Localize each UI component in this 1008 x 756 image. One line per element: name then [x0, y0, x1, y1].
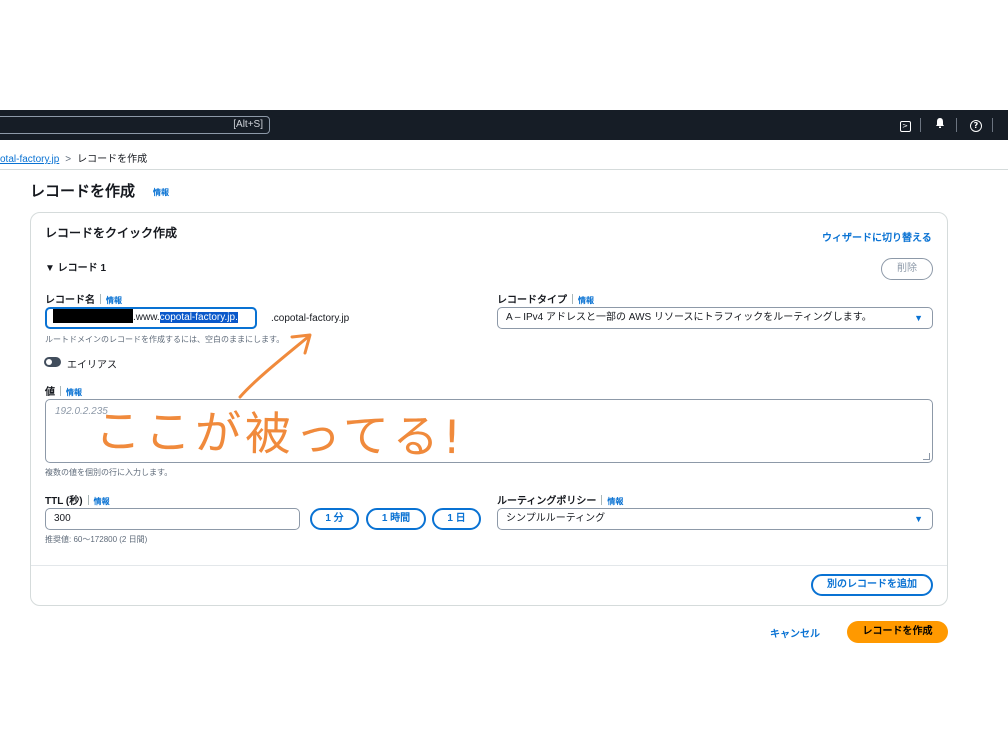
delete-button[interactable]: 削除 [881, 258, 933, 280]
record-type-info-link[interactable]: 情報 [578, 296, 594, 305]
ttl-label: TTL (秒) 情報 [45, 495, 110, 507]
add-another-record-button[interactable]: 別のレコードを追加 [811, 574, 933, 596]
handwritten-annotation: ここが被ってる! [94, 403, 466, 465]
record-name-value-prefix: .www. [133, 312, 160, 323]
help-icon[interactable]: ? [968, 117, 984, 133]
resize-handle-icon[interactable] [923, 453, 930, 460]
value-label: 値情報 [45, 386, 82, 398]
page-title: レコードを作成 [30, 182, 136, 200]
ttl-1-hour-button[interactable]: 1 時間 [366, 508, 426, 530]
breadcrumb: otal-factory.jp > レコードを作成 [0, 150, 148, 165]
panel-title: レコードをクイック作成 [45, 226, 178, 240]
routing-policy-value: シンプルルーティング [506, 513, 606, 524]
record-name-info-link[interactable]: 情報 [106, 296, 122, 305]
ttl-value: 300 [54, 513, 71, 524]
create-records-button[interactable]: レコードを作成 [847, 621, 948, 643]
ttl-1-day-button[interactable]: 1 日 [432, 508, 481, 530]
record-type-label: レコードタイプ 情報 [497, 294, 594, 306]
value-hint: 複数の値を個別の行に入力します。 [45, 468, 173, 477]
routing-policy-label: ルーティングポリシー 情報 [497, 495, 624, 507]
breadcrumb-separator: > [65, 154, 72, 165]
switch-to-wizard-link[interactable]: ウィザードに切り替える [822, 229, 932, 244]
routing-policy-info-link[interactable]: 情報 [607, 497, 623, 506]
breadcrumb-hosted-zone-link[interactable]: otal-factory.jp [0, 154, 59, 165]
redacted-text [53, 309, 133, 323]
value-info-link[interactable]: 情報 [66, 388, 82, 397]
divider [31, 565, 947, 566]
breadcrumb-current: レコードを作成 [77, 154, 148, 165]
ttl-info-link[interactable]: 情報 [94, 497, 110, 506]
record-name-label: レコード名 情報 [45, 294, 122, 306]
search-input[interactable]: [Alt+S] [0, 116, 270, 134]
divider [0, 169, 1008, 170]
ttl-1-minute-button[interactable]: 1 分 [310, 508, 359, 530]
divider [992, 118, 993, 132]
bell-icon[interactable] [932, 117, 948, 133]
record-expander[interactable]: ▼ レコード 1 [45, 259, 106, 274]
page-info-link[interactable]: 情報 [153, 187, 169, 198]
record-type-value: A – IPv4 アドレスと一部の AWS リソースにトラフィックをルーティング… [506, 312, 872, 323]
terminal-icon[interactable]: > [897, 117, 913, 133]
cancel-button[interactable]: キャンセル [770, 625, 820, 640]
toggle-knob [46, 359, 52, 365]
record-name-input[interactable]: .www.copotal-factory.jp. [45, 307, 257, 329]
record-name-selected-text: copotal-factory.jp. [159, 312, 238, 323]
alias-label: エイリアス [67, 360, 117, 371]
routing-policy-select[interactable]: シンプルルーティング ▼ [497, 508, 933, 530]
annotation-arrow-icon [238, 333, 312, 399]
record-type-select[interactable]: A – IPv4 アドレスと一部の AWS リソースにトラフィックをルーティング… [497, 307, 933, 329]
domain-suffix: .copotal-factory.jp [271, 313, 350, 324]
caret-down-icon: ▼ [914, 514, 923, 524]
divider [920, 118, 921, 132]
caret-down-icon: ▼ [914, 313, 923, 323]
search-shortcut-hint: [Alt+S] [233, 119, 263, 130]
top-navigation-bar: [Alt+S] > ? [0, 110, 1008, 140]
divider [956, 118, 957, 132]
ttl-hint: 推奨値: 60～172800 (2 日間) [45, 535, 148, 544]
ttl-input[interactable]: 300 [45, 508, 300, 530]
alias-toggle[interactable] [44, 357, 61, 367]
